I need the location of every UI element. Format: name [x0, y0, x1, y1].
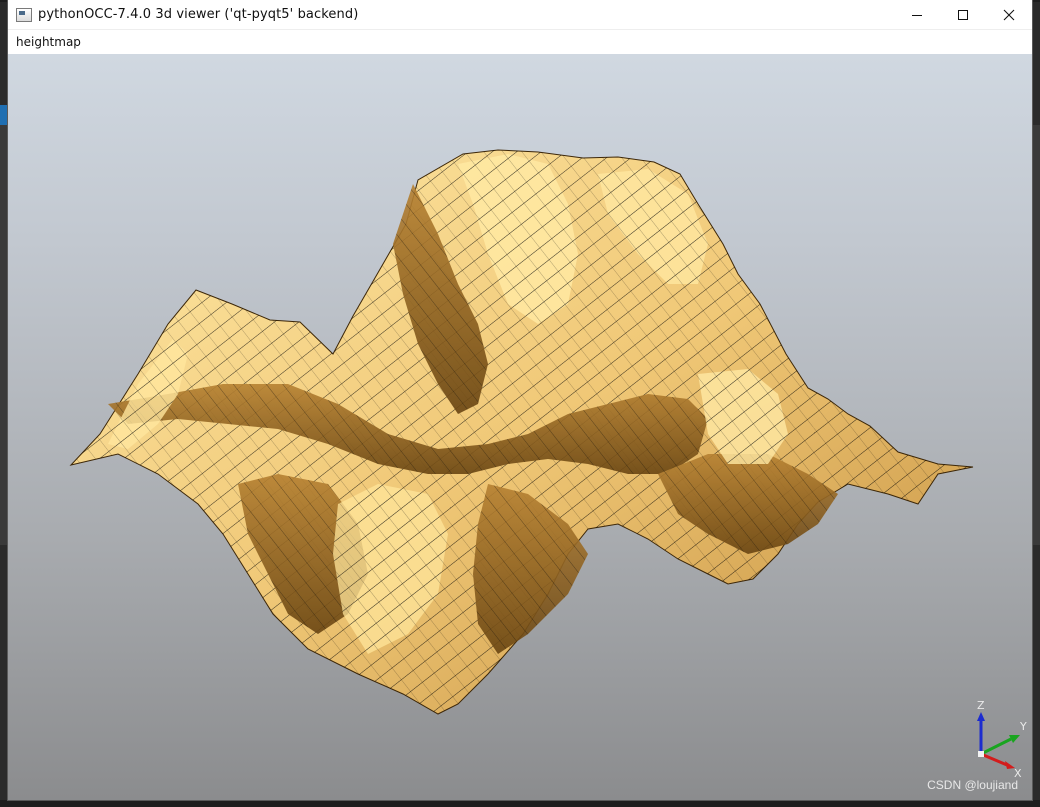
app-window-icon	[16, 7, 32, 22]
maximize-button[interactable]	[940, 0, 986, 30]
desktop-right-panel	[1032, 125, 1040, 545]
menu-heightmap[interactable]: heightmap	[8, 30, 89, 54]
minimize-button[interactable]	[894, 0, 940, 30]
3d-viewport[interactable]: Z Y X CSDN @loujiand	[8, 54, 1032, 800]
desktop-bottom-panel	[0, 800, 1040, 807]
maximize-icon	[958, 10, 968, 20]
close-button[interactable]	[986, 0, 1032, 30]
minimize-icon	[912, 15, 922, 16]
heightmap-surface	[69, 149, 974, 715]
menu-bar: heightmap	[8, 30, 1032, 54]
desktop-accent	[0, 105, 8, 125]
title-bar[interactable]: pythonOCC-7.4.0 3d viewer ('qt-pyqt5' ba…	[8, 0, 1032, 30]
viewer-window: pythonOCC-7.4.0 3d viewer ('qt-pyqt5' ba…	[8, 0, 1032, 800]
window-title: pythonOCC-7.4.0 3d viewer ('qt-pyqt5' ba…	[38, 7, 359, 22]
close-icon	[1003, 9, 1015, 21]
desktop-left-panel	[0, 125, 8, 545]
y-axis-label: Y	[1020, 720, 1027, 733]
watermark: CSDN @loujiand	[927, 778, 1018, 792]
window-controls	[894, 0, 1032, 30]
axis-triedron: Z Y X	[963, 694, 1028, 784]
z-axis-label: Z	[977, 699, 985, 712]
